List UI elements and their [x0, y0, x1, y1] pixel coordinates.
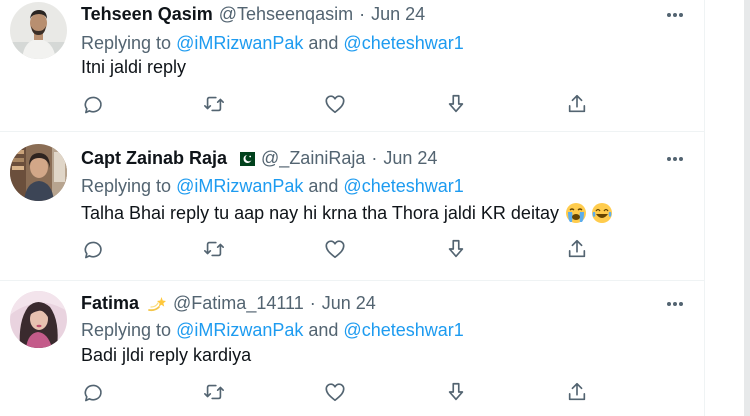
replying-and: and [303, 33, 344, 53]
more-icon[interactable] [664, 4, 686, 26]
replying-prefix: Replying to [81, 320, 177, 340]
tweet-text-content: Badi jldi reply kardiya [81, 345, 252, 365]
loudly-crying-face-icon [565, 202, 587, 224]
avatar[interactable] [10, 144, 67, 201]
replying-to: Replying to @iMRizwanPak and @cheteshwar… [81, 33, 464, 54]
mention-link[interactable]: @iMRizwanPak [176, 176, 303, 196]
reply-icon[interactable] [80, 236, 106, 262]
share-icon[interactable] [564, 91, 590, 117]
tweet-text-content: Itni jaldi reply [81, 57, 187, 77]
mention-link[interactable]: @cheteshwar1 [343, 320, 463, 340]
display-name[interactable]: Capt Zainab Raja [81, 148, 227, 169]
replying-and: and [303, 320, 344, 340]
mention-link[interactable]: @iMRizwanPak [176, 33, 303, 53]
downvote-icon[interactable] [443, 91, 469, 117]
tweet-text: Itni jaldi reply [81, 57, 186, 78]
replying-to: Replying to @iMRizwanPak and @cheteshwar… [81, 176, 464, 197]
more-icon[interactable] [664, 293, 686, 315]
share-icon[interactable] [564, 236, 590, 262]
reply-icon[interactable] [80, 91, 106, 117]
separator: · [359, 4, 366, 24]
mention-link[interactable]: @iMRizwanPak [176, 320, 303, 340]
tweet-date[interactable]: Jun 24 [371, 4, 425, 25]
scrollbar[interactable] [744, 0, 750, 416]
avatar[interactable] [10, 2, 67, 59]
tweet-text: Badi jldi reply kardiya [81, 345, 251, 366]
downvote-icon[interactable] [443, 236, 469, 262]
like-icon[interactable] [322, 236, 348, 262]
retweet-icon[interactable] [201, 379, 227, 405]
pakistan-flag-icon [235, 151, 256, 166]
replying-and: and [303, 176, 344, 196]
tweet[interactable]: Capt Zainab Raja @_ZainiRaja · Jun 24 Re… [0, 132, 704, 281]
like-icon[interactable] [322, 379, 348, 405]
tweet-text-content: Talha Bhai reply tu aap nay hi krna tha … [81, 202, 559, 223]
user-handle[interactable]: @Fatima_14111 [173, 293, 304, 314]
mention-link[interactable]: @cheteshwar1 [343, 33, 463, 53]
like-icon[interactable] [322, 91, 348, 117]
replying-to: Replying to @iMRizwanPak and @cheteshwar… [81, 320, 464, 341]
timeline: Tehseen Qasim @Tehseenqasim · Jun 24 Rep… [0, 0, 705, 416]
more-icon[interactable] [664, 148, 686, 170]
tweet[interactable]: Tehseen Qasim @Tehseenqasim · Jun 24 Rep… [0, 0, 704, 132]
tweet-text: Talha Bhai reply tu aap nay hi krna tha … [81, 202, 613, 224]
user-handle[interactable]: @_ZainiRaja [261, 148, 365, 169]
replying-prefix: Replying to [81, 33, 177, 53]
display-name[interactable]: Tehseen Qasim [81, 4, 213, 25]
tweet-date[interactable]: Jun 24 [383, 148, 437, 169]
separator: · [309, 293, 316, 313]
tweet-actions [80, 91, 600, 117]
tweet[interactable]: Fatima @Fatima_14111 · Jun 24 Replying t… [0, 281, 704, 416]
dizzy-star-icon [147, 295, 167, 313]
tweet-actions [80, 379, 600, 405]
mention-link[interactable]: @cheteshwar1 [343, 176, 463, 196]
share-icon[interactable] [564, 379, 590, 405]
replying-prefix: Replying to [81, 176, 177, 196]
avatar[interactable] [10, 291, 67, 348]
separator: · [371, 148, 378, 168]
tweet-date[interactable]: Jun 24 [322, 293, 376, 314]
display-name[interactable]: Fatima [81, 293, 139, 314]
tweet-actions [80, 236, 600, 262]
downvote-icon[interactable] [443, 379, 469, 405]
face-with-tears-of-joy-icon [591, 202, 613, 224]
retweet-icon[interactable] [201, 91, 227, 117]
retweet-icon[interactable] [201, 236, 227, 262]
user-handle[interactable]: @Tehseenqasim [219, 4, 353, 25]
reply-icon[interactable] [80, 379, 106, 405]
